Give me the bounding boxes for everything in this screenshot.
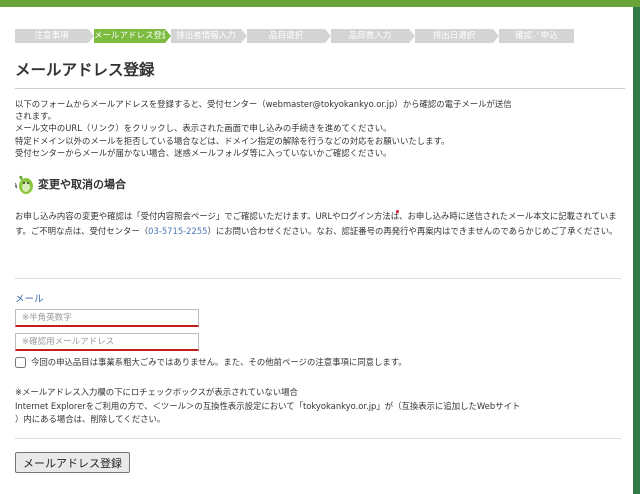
step-date-select: 排出日選択 xyxy=(415,29,499,43)
step-label: 品目数入力 xyxy=(348,31,392,41)
agree-row[interactable]: 今回の申込品目は事業系粗大ごみではありません。また、その他前ページの注意事項に同… xyxy=(15,356,407,368)
progress-steps: 注意事項 メールアドレス登録 排出者情報入力 品目選択 品目数入力 排出日選択 … xyxy=(15,29,631,43)
intro-line: メール文中のURL（リンク）をクリックし、表示された画面で申し込みの手続きを進め… xyxy=(15,123,392,134)
mail-label: メール xyxy=(15,294,44,305)
top-header-bar xyxy=(0,0,640,7)
note-line: ）内にある場合は、削除してください。 xyxy=(15,414,166,424)
intro-text: 以下のフォームからメールアドレスを登録すると、受付センター（webmaster@… xyxy=(15,98,625,159)
email-input[interactable] xyxy=(15,309,199,327)
note-line: ※メールアドレス入力欄の下にロチェックボックスが表示されていない場合 xyxy=(15,387,298,397)
page-title: メールアドレス登録 xyxy=(15,61,155,79)
step-item-count: 品目数入力 xyxy=(331,29,415,43)
change-text-part: ）にお問い合わせください。なお、認証番号の再発行や再案内はできませんのであらかじ… xyxy=(207,225,618,236)
step-notice: 注意事項 xyxy=(15,29,94,43)
step-email-registration: メールアドレス登録 xyxy=(94,29,171,43)
intro-line: 特定ドメイン以外のメールを拒否している場合などは、ドメイン指定の解除を行うなどの… xyxy=(15,135,450,146)
change-section-title: 変更や取消の場合 xyxy=(38,178,126,192)
mascot-icon xyxy=(15,175,33,195)
right-scroll-strip xyxy=(633,7,640,494)
step-label: 品目選択 xyxy=(268,31,303,41)
tel-link[interactable]: 03-5715-2255 xyxy=(148,226,207,236)
intro-line: 受付センターからメールが届かない場合、迷惑メールフォルダ等に入っていないかご確認… xyxy=(15,147,392,158)
step-label: 注意事項 xyxy=(34,31,69,41)
agree-text: 今回の申込品目は事業系粗大ごみではありません。また、その他前ページの注意事項に同… xyxy=(31,357,407,367)
agree-checkbox[interactable] xyxy=(15,356,26,368)
step-label: メールアドレス登録 xyxy=(94,31,171,41)
ie-note: ※メールアドレス入力欄の下にロチェックボックスが表示されていない場合 Inter… xyxy=(15,386,520,427)
note-line: Internet Explorerをご利用の方で、＜ツール＞の互換性表示設定にお… xyxy=(15,400,521,411)
section-divider xyxy=(15,278,621,279)
register-email-button[interactable]: メールアドレス登録 xyxy=(15,452,130,473)
email-confirm-input[interactable] xyxy=(15,333,199,351)
main-content: メールアドレス登録 以下のフォームからメールアドレスを登録すると、受付センター（… xyxy=(15,58,625,238)
step-confirm-apply: 確認／申込 xyxy=(499,29,574,43)
step-label: 排出日選択 xyxy=(432,31,476,41)
step-label: 排出者情報入力 xyxy=(176,31,236,41)
step-label: 確認／申込 xyxy=(515,31,558,41)
step-discharger-info: 排出者情報入力 xyxy=(171,29,247,43)
footer-divider xyxy=(15,438,621,439)
intro-line: 以下のフォームからメールアドレスを登録すると、受付センター（webmaster@… xyxy=(15,99,512,109)
step-item-select: 品目選択 xyxy=(247,29,331,43)
change-section-header: 変更や取消の場合 xyxy=(15,173,625,195)
change-section-text: お申し込み内容の変更や確認は「受付内容照会ページ」でご確認いただけます。URLや… xyxy=(15,209,625,238)
red-dot-marker xyxy=(396,210,399,213)
title-divider xyxy=(15,88,625,89)
intro-line: されます。 xyxy=(15,111,57,122)
